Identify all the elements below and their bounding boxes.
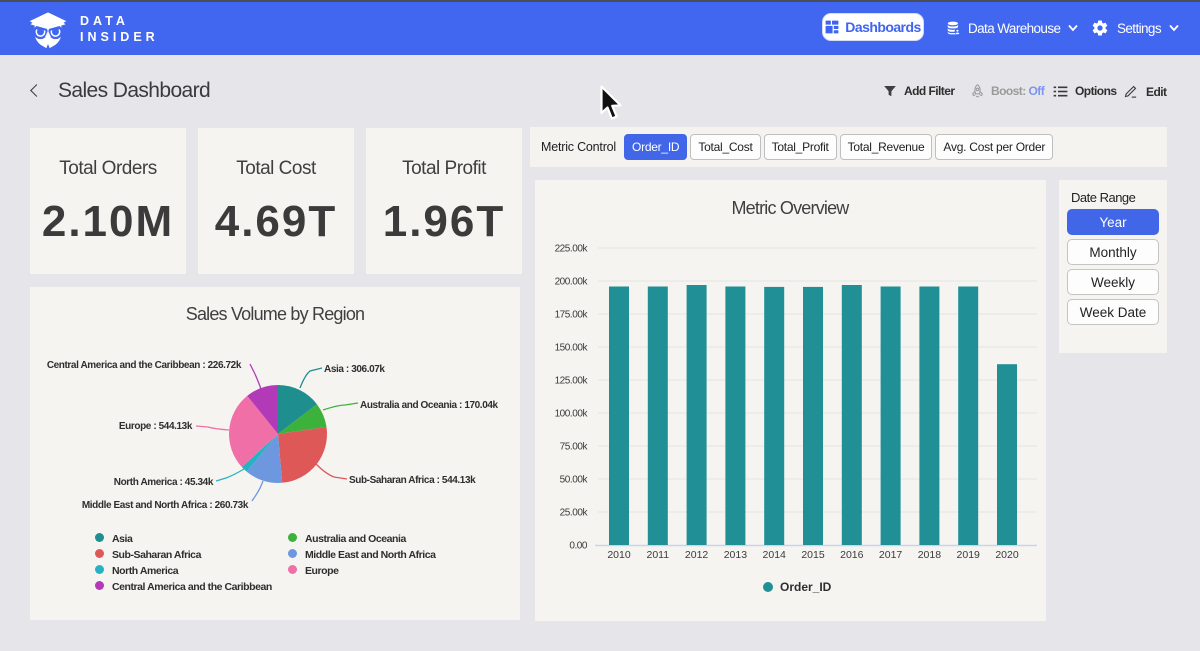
- svg-text:Sub-Saharan Africa : 544.13k: Sub-Saharan Africa : 544.13k: [349, 475, 476, 486]
- svg-text:2014: 2014: [763, 549, 787, 561]
- svg-text:Asia : 306.07k: Asia : 306.07k: [324, 364, 385, 375]
- svg-text:2011: 2011: [647, 549, 670, 561]
- svg-text:Metric Overview: Metric Overview: [731, 198, 850, 218]
- svg-text:75.00k: 75.00k: [560, 442, 589, 453]
- svg-text:Australia and Oceania : 170.04: Australia and Oceania : 170.04k: [360, 400, 499, 411]
- svg-text:Europe : 544.13k: Europe : 544.13k: [119, 421, 193, 432]
- svg-text:2015: 2015: [801, 549, 825, 561]
- svg-text:2012: 2012: [685, 549, 709, 561]
- svg-text:25.00k: 25.00k: [560, 508, 589, 519]
- svg-text:175.00k: 175.00k: [555, 310, 589, 321]
- svg-text:2010: 2010: [607, 549, 631, 561]
- svg-text:North America : 45.34k: North America : 45.34k: [114, 477, 214, 488]
- svg-text:150.00k: 150.00k: [555, 343, 589, 354]
- svg-text:225.00k: 225.00k: [555, 244, 589, 255]
- svg-text:0.00: 0.00: [569, 541, 588, 552]
- svg-text:Central America and the Caribb: Central America and the Caribbean : 226.…: [47, 360, 242, 371]
- svg-text:2019: 2019: [957, 549, 981, 561]
- svg-text:100.00k: 100.00k: [555, 409, 589, 420]
- svg-text:Middle East and North Africa :: Middle East and North Africa : 260.73k: [82, 500, 249, 511]
- svg-text:2016: 2016: [840, 549, 864, 561]
- svg-text:200.00k: 200.00k: [555, 277, 589, 288]
- svg-text:2020: 2020: [995, 549, 1019, 561]
- svg-text:2017: 2017: [879, 549, 903, 561]
- svg-text:Order_ID: Order_ID: [780, 580, 832, 594]
- svg-text:125.00k: 125.00k: [555, 376, 589, 387]
- svg-text:2013: 2013: [724, 549, 748, 561]
- svg-text:50.00k: 50.00k: [560, 475, 589, 486]
- svg-text:2018: 2018: [918, 549, 942, 561]
